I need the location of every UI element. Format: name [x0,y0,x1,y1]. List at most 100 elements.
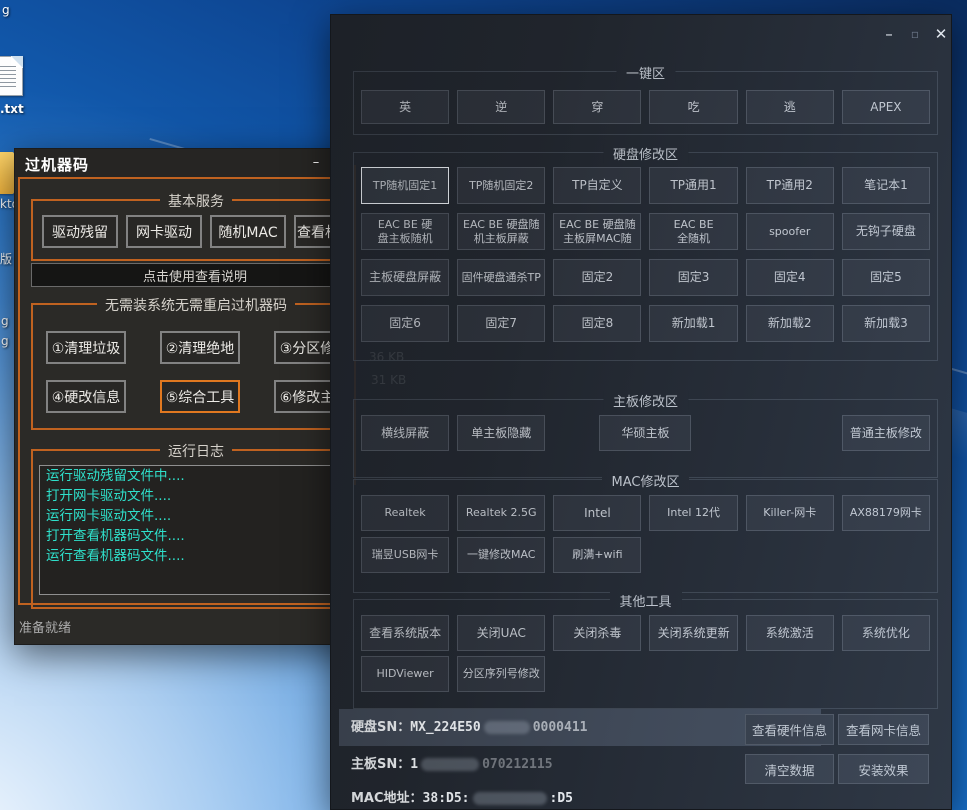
hdd-button-r4c4[interactable]: 新加载1 [649,305,737,342]
hdd-button-r4c2[interactable]: 固定7 [457,305,545,342]
tools-button-grid: 查看系统版本关闭UAC关闭杀毒关闭系统更新系统激活系统优化 HIDViewer分区… [361,615,930,692]
hdd-button-r3c2[interactable]: 固件硬盘通杀TP [457,259,545,296]
hdd-button-r4c1[interactable]: 固定6 [361,305,449,342]
six-button-r2c1[interactable]: ④硬改信息 [46,380,126,413]
tools-button-r2c2[interactable]: 分区序列号修改 [457,656,545,692]
basic-button-grid: 驱动残留网卡驱动随机MAC查看机器码 [42,215,370,248]
section-board-modify: 主板修改区 横线屏蔽单主板隐藏华硕主板普通主板修改 [353,399,938,478]
basic-button-r1c3[interactable]: 随机MAC [210,215,286,248]
log-line: 运行查看机器码文件.... [40,546,360,566]
close-icon[interactable]: ✕ [929,23,953,45]
hdd-button-r2c2[interactable]: EAC BE 硬盘随 机主板屏蔽 [457,213,545,250]
mac-button-r1c6[interactable]: AX88179网卡 [842,495,930,531]
tools-button-r1c1[interactable]: 查看系统版本 [361,615,449,651]
board-sn-suffix: 070212115 [482,757,552,772]
board-button-r1c2[interactable]: 单主板隐藏 [457,415,545,451]
desktop-icon-label[interactable]: g [2,3,10,17]
mac-button-r1c1[interactable]: Realtek [361,495,449,531]
run-log-box[interactable]: 运行驱动残留文件中....打开网卡驱动文件....运行网卡驱动文件....打开查… [39,465,361,595]
right-titlebar[interactable]: – ▫ ✕ [331,15,951,55]
text-file-icon[interactable] [0,56,23,96]
hdd-button-r3c5[interactable]: 固定4 [746,259,834,296]
minimize-icon[interactable]: – [877,23,901,45]
onekey-button-r1c6[interactable]: APEX [842,90,930,124]
hdd-button-r2c4[interactable]: EAC BE 全随机 [649,213,737,250]
left-titlebar[interactable]: 过机器码 – ▫ ✕ [15,149,373,177]
section-onekey: 一键区 英逆穿吃逃APEX [353,71,938,135]
hdd-button-grid: TP随机固定1TP随机固定2TP自定义TP通用1TP通用2笔记本1 EAC BE … [361,167,930,342]
disk-sn-suffix: 0000411 [533,720,588,735]
mac-button-r1c4[interactable]: Intel 12代 [649,495,737,531]
mac-button-r2c2[interactable]: 一键修改MAC [457,537,545,573]
log-line: 打开网卡驱动文件.... [40,486,360,506]
hdd-button-r4c6[interactable]: 新加载3 [842,305,930,342]
hdd-button-r1c4[interactable]: TP通用1 [649,167,737,204]
hdd-button-r3c4[interactable]: 固定3 [649,259,737,296]
onekey-button-r1c5[interactable]: 逃 [746,90,834,124]
tools-button-r1c2[interactable]: 关闭UAC [457,615,545,651]
redaction-smudge [473,792,547,805]
left-window-title: 过机器码 [25,154,89,175]
six-button-r1c2[interactable]: ②清理绝地 [160,331,240,364]
hdd-button-r1c6[interactable]: 笔记本1 [842,167,930,204]
mac-button-r1c3[interactable]: Intel [553,495,641,531]
hdd-button-r2c6[interactable]: 无钩子硬盘 [842,213,930,250]
hdd-button-r3c6[interactable]: 固定5 [842,259,930,296]
group-basic-services: 基本服务 驱动残留网卡驱动随机MAC查看机器码 [31,199,361,261]
left-window: 过机器码 – ▫ ✕ 基本服务 驱动残留网卡驱动随机MAC查看机器码 点击使用查… [14,148,374,645]
view-nic-info-button[interactable]: 查看网卡信息 [838,714,929,745]
hdd-button-r2c3[interactable]: EAC BE 硬盘随 主板屏MAC随 [553,213,641,250]
desktop-icon-label[interactable]: g [1,314,9,328]
tools-button-r1c4[interactable]: 关闭系统更新 [649,615,737,651]
board-button-r1c3[interactable]: 华硕主板 [599,415,691,451]
hdd-button-r3c1[interactable]: 主板硬盘屏蔽 [361,259,449,296]
hdd-button-r1c1[interactable]: TP随机固定1 [361,167,449,204]
basic-button-r1c2[interactable]: 网卡驱动 [126,215,202,248]
section-mac-modify: MAC修改区 RealtekRealtek 2.5GIntelIntel 12代… [353,479,938,593]
section-onekey-title: 一键区 [616,63,675,82]
mac-button-r1c2[interactable]: Realtek 2.5G [457,495,545,531]
hdd-button-r4c5[interactable]: 新加载2 [746,305,834,342]
tools-button-r1c3[interactable]: 关闭杀毒 [553,615,641,651]
usage-help-button[interactable]: 点击使用查看说明 [31,263,359,287]
maximize-icon[interactable]: ▫ [903,23,927,45]
six-button-r2c2[interactable]: ⑤综合工具 [160,380,240,413]
desktop-icon-label[interactable]: g [1,334,9,348]
mac-button-r2c1[interactable]: 瑞昱USB网卡 [361,537,449,573]
onekey-button-grid: 英逆穿吃逃APEX [361,90,930,124]
mac-button-r2c3[interactable]: 刷满+wifi [553,537,641,573]
group-no-reinstall: 无需装系统无需重启过机器码 ①清理垃圾②清理绝地③分区修改④硬改信息⑤综合工具⑥… [31,303,361,430]
group-run-log-title: 运行日志 [160,441,232,461]
minimize-icon[interactable]: – [305,153,327,173]
hdd-button-r1c2[interactable]: TP随机固定2 [457,167,545,204]
onekey-button-r1c2[interactable]: 逆 [457,90,545,124]
folder-icon[interactable] [0,152,14,194]
basic-button-r1c1[interactable]: 驱动残留 [42,215,118,248]
hdd-button-r4c3[interactable]: 固定8 [553,305,641,342]
mac-button-r1c5[interactable]: Killer-网卡 [746,495,834,531]
section-other-tools: 其他工具 查看系统版本关闭UAC关闭杀毒关闭系统更新系统激活系统优化HIDVie… [353,599,938,709]
hdd-button-r1c3[interactable]: TP自定义 [553,167,641,204]
hdd-button-r2c1[interactable]: EAC BE 硬 盘主板随机 [361,213,449,250]
hdd-button-r3c3[interactable]: 固定2 [553,259,641,296]
onekey-button-r1c3[interactable]: 穿 [553,90,641,124]
onekey-button-r1c4[interactable]: 吃 [649,90,737,124]
clear-data-button[interactable]: 清空数据 [745,754,834,784]
group-basic-title: 基本服务 [160,191,232,211]
disk-sn-label: 硬盘SN： [351,720,410,735]
desktop-icon-label[interactable]: .txt [0,102,24,116]
board-sn-prefix: 1 [410,757,418,772]
board-button-r1c1[interactable]: 横线屏蔽 [361,415,449,451]
tools-button-r1c6[interactable]: 系统优化 [842,615,930,651]
view-hardware-info-button[interactable]: 查看硬件信息 [745,714,834,745]
hdd-button-r2c5[interactable]: spoofer [746,213,834,250]
install-effect-button[interactable]: 安装效果 [838,754,929,784]
tools-button-r1c5[interactable]: 系统激活 [746,615,834,651]
board-button-r1c4[interactable]: 普通主板修改 [842,415,930,451]
tools-button-r2c1[interactable]: HIDViewer [361,656,449,692]
desktop-icon-label[interactable]: 版 [0,250,12,267]
hdd-button-r1c5[interactable]: TP通用2 [746,167,834,204]
onekey-button-r1c1[interactable]: 英 [361,90,449,124]
six-button-r1c1[interactable]: ①清理垃圾 [46,331,126,364]
status-text: 准备就绪 [19,617,71,636]
